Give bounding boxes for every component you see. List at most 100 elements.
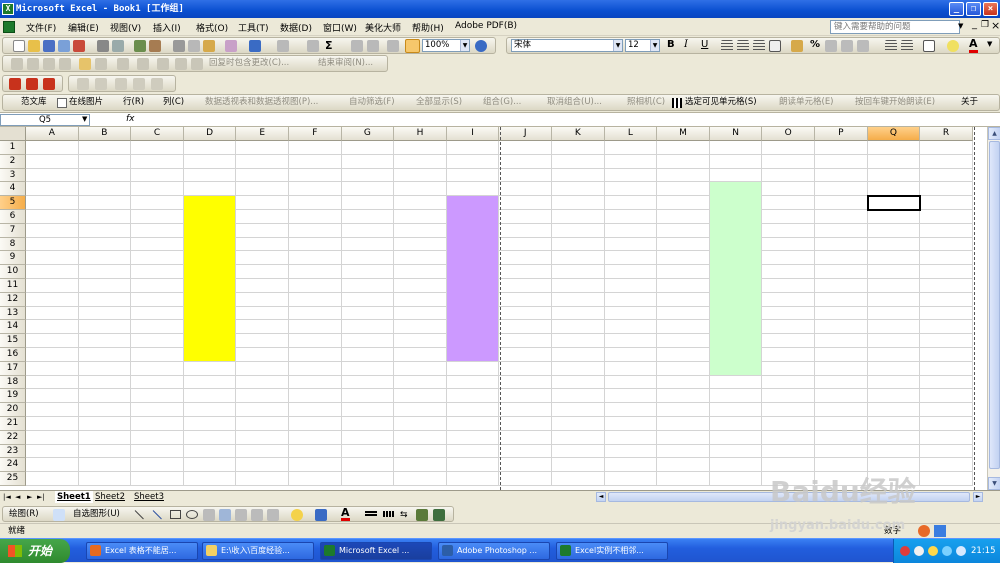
column-header-l[interactable]: L — [604, 127, 658, 141]
column-header-h[interactable]: H — [394, 127, 447, 141]
column-header-p[interactable]: P — [815, 127, 868, 141]
select-all-corner[interactable] — [0, 127, 26, 141]
speak-cells-button[interactable]: 朗读单元格(E) — [779, 95, 834, 109]
row-header-3[interactable]: 3 — [0, 168, 26, 183]
toolbar-icon-c[interactable] — [115, 78, 127, 90]
row-header-6[interactable]: 6 — [0, 210, 26, 224]
scroll-down-button[interactable]: ▼ — [988, 477, 1000, 490]
review-icon-5[interactable] — [79, 58, 91, 70]
end-review-button[interactable]: 结束审阅(N)... — [318, 56, 373, 70]
start-button[interactable]: 开始 — [0, 539, 70, 563]
font-color-icon[interactable]: A — [969, 38, 978, 53]
fill-color-icon[interactable] — [947, 40, 959, 52]
about-button[interactable]: 关于 — [961, 95, 978, 109]
menu-beautify[interactable]: 美化大师 — [365, 21, 401, 34]
review-icon-2[interactable] — [27, 58, 39, 70]
new-icon[interactable] — [13, 40, 25, 52]
draw-menu-button[interactable]: 绘图(R) — [9, 507, 39, 521]
volume-icon[interactable] — [956, 546, 966, 556]
row-header-19[interactable]: 19 — [0, 389, 26, 404]
align-left-icon[interactable] — [721, 40, 733, 52]
row-header-13[interactable]: 13 — [0, 306, 26, 321]
font-size-select[interactable]: 12 ▼ — [625, 39, 660, 52]
formula-input[interactable] — [140, 114, 1000, 126]
row-header-24[interactable]: 24 — [0, 458, 26, 473]
picture-icon[interactable] — [267, 509, 279, 521]
tray-icon-2[interactable] — [914, 546, 924, 556]
clipart-icon[interactable] — [251, 509, 263, 521]
increase-indent-icon[interactable] — [901, 40, 913, 52]
drawing-icon[interactable] — [405, 39, 420, 53]
column-header-q[interactable]: Q — [867, 127, 921, 141]
email-icon[interactable] — [73, 40, 85, 52]
tray-icon-3[interactable] — [928, 546, 938, 556]
open-icon[interactable] — [28, 40, 40, 52]
currency-icon[interactable] — [791, 40, 803, 52]
row-header-11[interactable]: 11 — [0, 279, 26, 293]
insert-column-button[interactable]: 列(C) — [163, 95, 184, 109]
reply-with-changes-button[interactable]: 回复时包含更改(C)... — [209, 56, 289, 70]
sort-ascending-icon[interactable] — [351, 40, 363, 52]
scroll-thumb[interactable] — [989, 141, 1000, 469]
select-objects-icon[interactable] — [53, 509, 65, 521]
next-sheet-button[interactable]: ► — [27, 491, 32, 503]
row-header-23[interactable]: 23 — [0, 444, 26, 459]
excel-icon[interactable]: X — [2, 3, 14, 15]
menu-edit[interactable]: 编辑(E) — [68, 21, 99, 34]
filled-range-d5-d16[interactable] — [183, 196, 236, 361]
hyperlink-icon[interactable] — [307, 40, 319, 52]
row-header-22[interactable]: 22 — [0, 430, 26, 445]
pdf-convert-icon[interactable] — [9, 78, 21, 90]
menu-file[interactable]: 文件(F) — [26, 21, 56, 34]
sheet-tab-sheet3[interactable]: Sheet3 — [134, 491, 164, 503]
dash-style-icon[interactable] — [383, 511, 395, 517]
menu-insert[interactable]: 插入(I) — [153, 21, 181, 34]
borders-icon[interactable] — [923, 40, 935, 52]
task-button-excel-example[interactable]: Excel实例不相邻... — [556, 542, 668, 560]
chevron-down-icon[interactable]: ▼ — [82, 115, 87, 123]
line-icon[interactable] — [134, 510, 144, 520]
row-header-17[interactable]: 17 — [0, 361, 26, 376]
print-preview-icon[interactable] — [112, 40, 124, 52]
sheet-tab-sheet2[interactable]: Sheet2 — [95, 491, 125, 503]
3d-icon[interactable] — [433, 509, 445, 521]
row-header-21[interactable]: 21 — [0, 417, 26, 431]
review-icon-3[interactable] — [43, 58, 55, 70]
scroll-right-button[interactable]: ► — [973, 492, 983, 502]
toolbar-icon-e[interactable] — [151, 78, 163, 90]
toolbar-icon-a[interactable] — [77, 78, 89, 90]
column-header-a[interactable]: A — [26, 127, 79, 141]
review-icon-7[interactable] — [117, 58, 129, 70]
worksheet-grid[interactable]: ABCDEFGHIJKLMNOPQR 1 2 3 4 5 6 7 8 9 10 11 12 13 14 15… — [0, 127, 987, 490]
bold-button[interactable]: B — [667, 39, 675, 50]
column-header-k[interactable]: K — [552, 127, 605, 141]
minimize-button[interactable]: _ — [949, 2, 964, 16]
doc-minimize-button[interactable]: _ — [972, 19, 977, 30]
help-icon[interactable] — [475, 40, 487, 52]
pdf-email-icon[interactable] — [26, 78, 38, 90]
ime-icon[interactable] — [918, 525, 930, 537]
menu-adobe-pdf[interactable]: Adobe PDF(B) — [455, 21, 517, 31]
menu-format[interactable]: 格式(O) — [196, 21, 228, 34]
insert-row-button[interactable]: 行(R) — [123, 95, 144, 109]
arrow-icon[interactable] — [152, 510, 162, 520]
column-header-i[interactable]: I — [446, 127, 500, 141]
column-header-b[interactable]: B — [78, 127, 132, 141]
undo-icon[interactable] — [249, 40, 261, 52]
italic-button[interactable]: I — [684, 39, 688, 50]
row-header-10[interactable]: 10 — [0, 265, 26, 279]
help-search-input[interactable]: 键入需要帮助的问题 — [830, 20, 960, 34]
review-icon-4[interactable] — [59, 58, 71, 70]
row-header-12[interactable]: 12 — [0, 292, 26, 307]
fill-color-icon[interactable] — [291, 509, 303, 521]
speak-on-enter-button[interactable]: 按回车键开始朗读(E) — [855, 95, 935, 109]
chevron-down-icon[interactable]: ▼ — [460, 40, 469, 51]
format-painter-icon[interactable] — [225, 40, 237, 52]
arrow-style-icon[interactable]: ⇆ — [400, 510, 408, 520]
textbox-icon[interactable] — [203, 509, 215, 521]
permission-icon[interactable] — [58, 40, 70, 52]
chevron-down-icon[interactable]: ▼ — [613, 40, 622, 51]
row-header-7[interactable]: 7 — [0, 223, 26, 238]
row-header-4[interactable]: 4 — [0, 182, 26, 197]
autoshapes-button[interactable]: 自选图形(U) — [73, 507, 120, 521]
